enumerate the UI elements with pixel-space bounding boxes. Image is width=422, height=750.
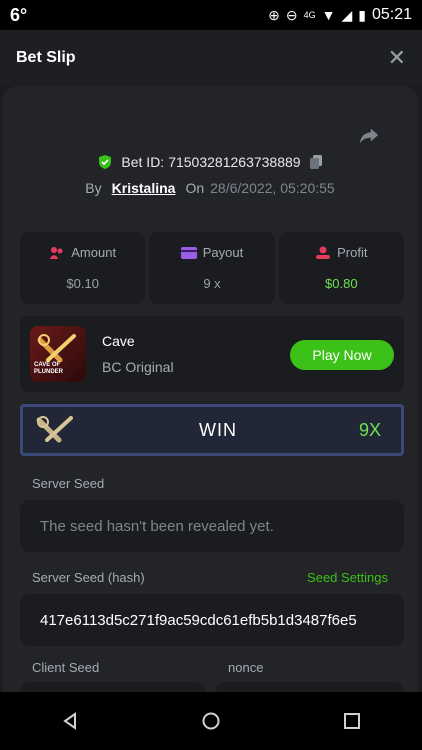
game-thumbnail[interactable]: CAVE OF PLUNDER bbox=[30, 326, 86, 382]
wifi-icon: ▼ bbox=[321, 7, 336, 23]
signal-icon: ◢ bbox=[341, 6, 353, 23]
server-seed-field[interactable]: The seed hasn't been revealed yet. bbox=[20, 500, 404, 552]
server-seed-hash-field[interactable]: 417e6113d5c271f9ac59cdc61efb5b1d3487f6e5 bbox=[20, 594, 404, 646]
stat-amount-label: Amount bbox=[71, 245, 117, 260]
game-name: Cave bbox=[102, 333, 135, 349]
stat-payout-label: Payout bbox=[202, 245, 244, 260]
minus-circle-icon: ⊖ bbox=[285, 6, 298, 23]
battery-icon: ▮ bbox=[358, 6, 366, 23]
stat-amount: Amount $0.10 bbox=[20, 232, 146, 304]
status-bar: 6° ⊕ ⊖ 4G ▼ ◢ ▮ 05:21 bbox=[0, 0, 422, 30]
client-seed-field[interactable] bbox=[20, 682, 206, 692]
bet-id-label: Bet ID: bbox=[121, 154, 165, 170]
thumb-line-1: CAVE OF bbox=[34, 362, 61, 368]
status-icons: ⊕ ⊖ 4G ▼ ◢ ▮ 05:21 bbox=[268, 6, 412, 24]
bet-id-value: 71503281263738889 bbox=[168, 154, 301, 170]
bet-id-row: Bet ID: 71503281263738889 bbox=[2, 154, 418, 170]
on-label: On bbox=[185, 180, 205, 196]
result-banner: WIN 9X bbox=[20, 404, 404, 456]
game-thumb-text: CAVE OF PLUNDER bbox=[34, 362, 63, 376]
result-multiplier: 9X bbox=[358, 419, 381, 440]
bet-slip-panel: Bet ID: 71503281263738889 By Kristalina … bbox=[0, 86, 422, 692]
play-now-button[interactable]: Play Now bbox=[290, 340, 394, 370]
client-seed-label: Client Seed bbox=[32, 660, 100, 675]
recents-icon[interactable] bbox=[343, 712, 361, 730]
user-link[interactable]: Kristalina bbox=[112, 180, 176, 196]
stat-payout-header: Payout bbox=[180, 245, 244, 260]
stat-amount-header: Amount bbox=[49, 245, 116, 260]
result-label: WIN bbox=[198, 419, 237, 440]
plus-circle-icon: ⊕ bbox=[268, 6, 280, 23]
game-info: Cave BC Original bbox=[102, 333, 174, 375]
stat-amount-value: $0.10 bbox=[66, 276, 99, 291]
nonce-field[interactable] bbox=[216, 682, 404, 692]
system-nav-bar bbox=[0, 692, 422, 750]
bet-datetime: 28/6/2022, 05:20:55 bbox=[210, 180, 335, 196]
stat-payout: Payout 9 x bbox=[149, 232, 275, 304]
stat-profit: Profit $0.80 bbox=[278, 232, 404, 304]
pickaxe-icon bbox=[36, 416, 73, 443]
bet-card: Bet ID: 71503281263738889 By Kristalina … bbox=[2, 86, 418, 692]
bet-stats: Amount $0.10 Payout 9 x Profit $0.80 bbox=[20, 232, 404, 304]
server-seed-label: Server Seed bbox=[32, 476, 105, 491]
home-icon[interactable] bbox=[202, 712, 220, 730]
stat-profit-value: $0.80 bbox=[325, 276, 358, 291]
page-title: Bet Slip bbox=[16, 49, 76, 66]
card-icon bbox=[180, 246, 197, 259]
stat-profit-label: Profit bbox=[337, 245, 368, 260]
stat-profit-header: Profit bbox=[315, 245, 367, 260]
game-card: CAVE OF PLUNDER Cave BC Original Play No… bbox=[20, 316, 404, 392]
network-type: 4G bbox=[303, 10, 316, 20]
amount-icon bbox=[50, 246, 63, 259]
server-seed-hash-label: Server Seed (hash) bbox=[32, 570, 145, 585]
back-icon[interactable] bbox=[61, 712, 79, 730]
seed-settings-link[interactable]: Seed Settings bbox=[307, 570, 388, 585]
thumb-line-2: PLUNDER bbox=[34, 369, 64, 375]
app-bar: Bet Slip ✕ bbox=[0, 30, 422, 86]
share-icon[interactable] bbox=[358, 124, 380, 146]
by-label: By bbox=[85, 180, 102, 196]
status-temp: 6° bbox=[10, 4, 28, 25]
close-icon[interactable]: ✕ bbox=[388, 45, 406, 71]
copy-icon[interactable] bbox=[309, 154, 323, 170]
nonce-label: nonce bbox=[228, 660, 264, 675]
author-row: By Kristalina On 28/6/2022, 05:20:55 bbox=[2, 180, 418, 196]
status-time: 05:21 bbox=[371, 6, 412, 23]
game-subtitle: BC Original bbox=[102, 359, 174, 375]
shield-check-icon bbox=[99, 155, 112, 169]
stat-payout-value: 9 x bbox=[203, 276, 221, 291]
profit-icon bbox=[316, 246, 331, 259]
